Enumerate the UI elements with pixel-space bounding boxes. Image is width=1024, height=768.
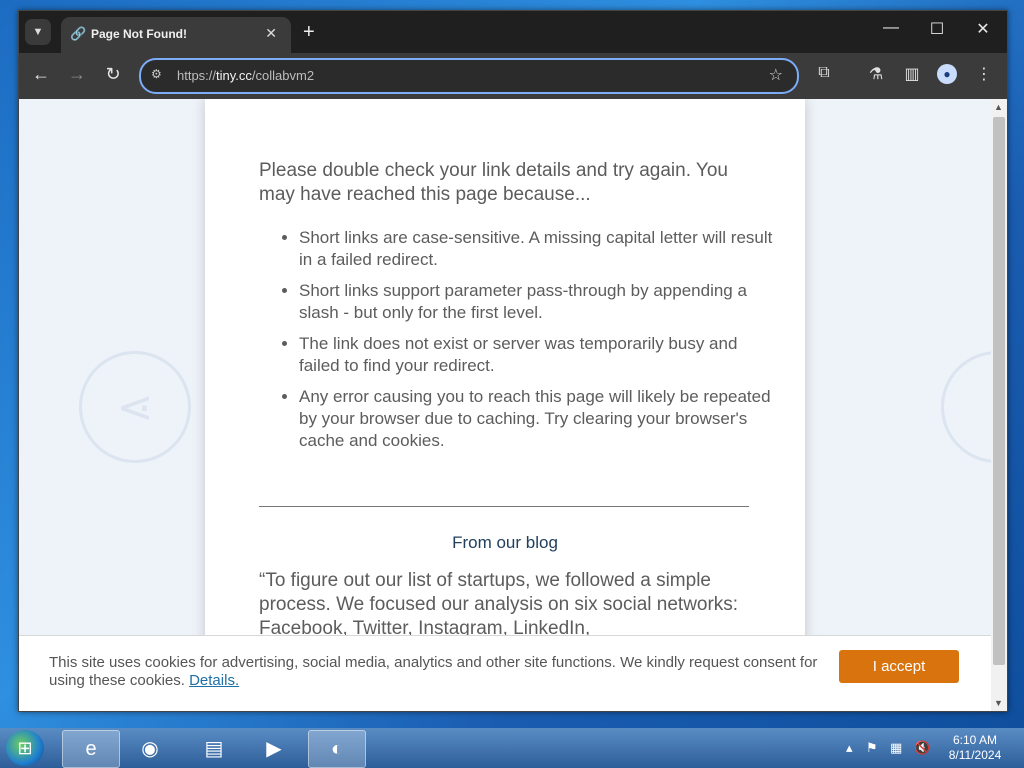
address-bar[interactable]: ⚙ https://tiny.cc/collabvm2 ☆ bbox=[139, 58, 799, 94]
show-hidden-icons-icon[interactable]: ▴ bbox=[846, 740, 853, 756]
profile-avatar-icon[interactable]: ● bbox=[937, 64, 957, 84]
maximize-button[interactable]: ☐ bbox=[917, 19, 957, 39]
blog-quote: “To figure out our list of startups, we … bbox=[259, 570, 739, 639]
reload-button[interactable]: ↻ bbox=[101, 64, 125, 85]
reasons-list: Short links are case-sensitive. A missin… bbox=[259, 227, 779, 461]
back-button[interactable]: ← bbox=[29, 64, 53, 85]
chrome-browser-icon[interactable]: ◐ bbox=[308, 730, 366, 768]
clock-date: 8/11/2024 bbox=[948, 748, 1002, 762]
title-bar: ▼ 🔗 Page Not Found! ✕ + — ☐ ✕ bbox=[19, 11, 1007, 53]
firefox-icon[interactable]: ◉ bbox=[122, 730, 178, 766]
network-icon[interactable]: ▦ bbox=[890, 740, 902, 756]
vertical-scrollbar[interactable]: ▲ ▼ bbox=[991, 99, 1007, 711]
reason-item: Short links support parameter pass-throu… bbox=[299, 280, 779, 324]
extensions-icon[interactable]: ⧉ bbox=[813, 64, 835, 82]
close-window-button[interactable]: ✕ bbox=[963, 19, 1003, 39]
new-tab-button[interactable]: + bbox=[303, 21, 315, 44]
cookie-details-link[interactable]: Details. bbox=[189, 672, 239, 689]
taskbar: ⊞ e ◉ ▤ ▶ ◐ ▴ ⚑ ▦ 🔇 6:10 AM 8/11/2024 bbox=[0, 728, 1024, 768]
url-text[interactable]: https://tiny.cc/collabvm2 bbox=[177, 68, 314, 83]
media-player-icon[interactable]: ▶ bbox=[246, 730, 302, 766]
browser-toolbar: ← → ↻ ⚙ https://tiny.cc/collabvm2 ☆ ⧉ ⚗ … bbox=[19, 53, 1007, 99]
section-divider bbox=[259, 506, 749, 507]
page-viewport: ⋖ Please double check your link details … bbox=[19, 99, 991, 711]
cookie-message: This site uses cookies for advertising, … bbox=[49, 654, 818, 689]
file-explorer-icon[interactable]: ▤ bbox=[186, 730, 242, 766]
scrollbar-thumb[interactable] bbox=[993, 117, 1005, 665]
labs-flask-icon[interactable]: ⚗ bbox=[865, 64, 887, 84]
scroll-up-arrow-icon[interactable]: ▲ bbox=[994, 102, 1003, 112]
reason-item: Any error causing you to reach this page… bbox=[299, 386, 779, 452]
internet-explorer-icon[interactable]: e bbox=[62, 730, 120, 768]
menu-kebab-icon[interactable]: ⋮ bbox=[973, 64, 995, 84]
tab-title: Page Not Found! bbox=[91, 27, 187, 41]
decorative-circle bbox=[941, 351, 991, 463]
cookie-banner: This site uses cookies for advertising, … bbox=[19, 635, 991, 711]
share-icon: ⋖ bbox=[79, 351, 191, 463]
active-tab[interactable]: 🔗 Page Not Found! ✕ bbox=[61, 17, 291, 53]
tab-search-button[interactable]: ▼ bbox=[25, 19, 51, 45]
forward-button[interactable]: → bbox=[65, 64, 89, 85]
site-settings-icon[interactable]: ⚙ bbox=[151, 67, 162, 81]
start-button[interactable]: ⊞ bbox=[6, 730, 44, 766]
blog-heading: From our blog bbox=[452, 533, 558, 552]
minimize-button[interactable]: — bbox=[871, 19, 911, 37]
accept-cookies-button[interactable]: I accept bbox=[839, 650, 959, 683]
side-panel-icon[interactable]: ▥ bbox=[901, 64, 923, 84]
reason-item: The link does not exist or server was te… bbox=[299, 333, 779, 377]
volume-muted-icon[interactable]: 🔇 bbox=[914, 740, 930, 756]
error-card: Please double check your link details an… bbox=[205, 99, 805, 711]
reason-item: Short links are case-sensitive. A missin… bbox=[299, 227, 779, 271]
error-lead-text: Please double check your link details an… bbox=[259, 160, 728, 205]
link-favicon-icon: 🔗 bbox=[70, 26, 87, 41]
clock-time: 6:10 AM bbox=[952, 733, 998, 747]
system-clock[interactable]: 6:10 AM 8/11/2024 bbox=[940, 733, 1010, 763]
bookmark-star-icon[interactable]: ☆ bbox=[769, 65, 783, 85]
action-center-flag-icon[interactable]: ⚑ bbox=[866, 740, 878, 756]
scroll-down-arrow-icon[interactable]: ▼ bbox=[994, 698, 1003, 708]
tab-close-icon[interactable]: ✕ bbox=[265, 25, 277, 42]
browser-window: ▼ 🔗 Page Not Found! ✕ + — ☐ ✕ ← → ↻ ⚙ ht… bbox=[18, 10, 1008, 712]
